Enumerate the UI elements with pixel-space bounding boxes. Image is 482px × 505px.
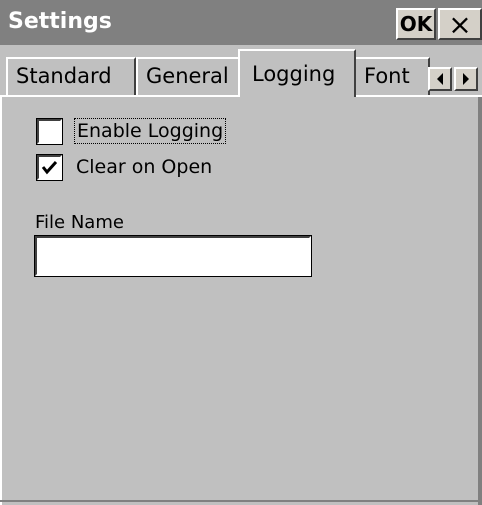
tab-strip: Standard General Logging Font <box>0 45 482 101</box>
tab-standard[interactable]: Standard <box>6 57 136 95</box>
arrow-right-icon <box>463 73 469 85</box>
ok-button-label: OK <box>399 12 433 36</box>
file-name-label: File Name <box>35 212 124 233</box>
enable-logging-box[interactable] <box>36 117 63 145</box>
tab-scroll-right-button[interactable] <box>454 67 478 91</box>
enable-logging-label: Enable Logging <box>74 118 227 144</box>
tab-general[interactable]: General <box>136 57 241 95</box>
settings-window: Settings OK × Standard General Logging F… <box>0 0 482 505</box>
title-bar: Settings OK × <box>0 0 482 45</box>
tab-logging[interactable]: Logging <box>238 49 356 97</box>
enable-logging-checkbox[interactable]: Enable Logging <box>36 117 227 145</box>
close-button[interactable]: × <box>438 7 482 41</box>
tab-general-label: General <box>146 64 229 88</box>
checkmark-icon <box>41 160 58 174</box>
clear-on-open-checkbox[interactable]: Clear on Open <box>36 153 214 181</box>
close-icon: × <box>448 7 472 41</box>
file-name-input[interactable] <box>34 235 312 277</box>
ok-button[interactable]: OK <box>396 8 436 40</box>
logging-panel: Enable Logging Clear on Open <box>0 97 482 505</box>
window-title: Settings <box>8 9 112 34</box>
tab-font-label: Font <box>364 64 410 88</box>
tab-font[interactable]: Font <box>354 57 430 95</box>
tab-logging-label: Logging <box>252 62 336 86</box>
clear-on-open-box[interactable] <box>36 153 63 181</box>
panel-right-edge <box>478 97 482 505</box>
tab-standard-label: Standard <box>16 64 112 88</box>
tab-scroll-left-button[interactable] <box>428 67 452 91</box>
arrow-left-icon <box>437 73 443 85</box>
panel-bottom-edge <box>0 500 482 505</box>
clear-on-open-label: Clear on Open <box>76 156 213 178</box>
